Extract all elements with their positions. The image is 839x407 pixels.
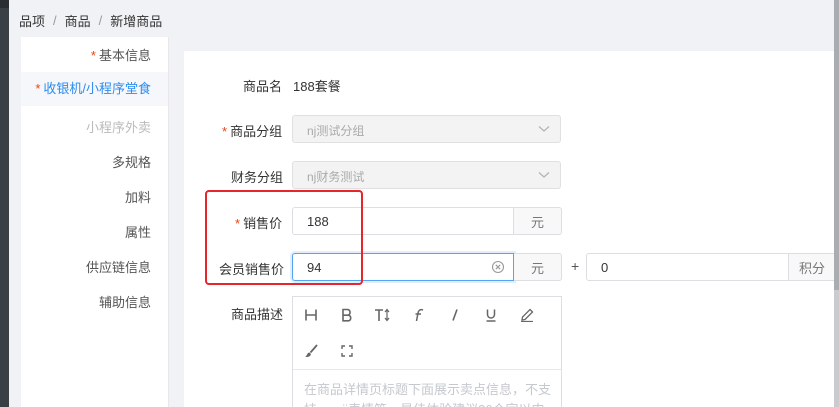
plus-sign: + <box>571 258 580 274</box>
heading-icon[interactable] <box>293 303 329 327</box>
member-price-unit-addon: 元 <box>514 253 562 281</box>
product-name-value: 188套餐 <box>293 79 341 94</box>
category-select-value: nj测试分组 <box>307 124 365 138</box>
strikethrough-pen-icon[interactable] <box>509 303 545 327</box>
product-name-label: 商品名 <box>243 79 283 94</box>
nav-item-label: 辅助信息 <box>98 295 151 310</box>
nav-item-label: 加料 <box>124 190 151 205</box>
bold-icon[interactable] <box>329 303 365 327</box>
editor-toolbar <box>293 303 545 327</box>
required-mark: * <box>222 124 228 139</box>
required-mark: * <box>90 48 96 63</box>
font-size-icon[interactable] <box>365 303 401 327</box>
points-input-value: 0 <box>601 260 609 275</box>
scrollbar-thumb[interactable] <box>834 0 839 290</box>
breadcrumb-item-3: 新增商品 <box>110 13 163 29</box>
nav-item-supply-chain[interactable]: 供应链信息 <box>86 257 151 276</box>
breadcrumb-separator: / <box>53 12 57 28</box>
editor-toolbar-row-2 <box>293 339 365 363</box>
category-label: * 商品分组 <box>222 121 282 140</box>
finance-group-label: 财务分组 <box>231 170 284 185</box>
page-scrollbar[interactable] <box>834 0 839 407</box>
nav-item-label: 小程序外卖 <box>85 120 151 135</box>
chevron-down-icon <box>538 126 550 132</box>
clear-icon[interactable] <box>491 260 505 274</box>
font-family-icon[interactable] <box>401 303 437 327</box>
finance-group-select-value: nj财务测试 <box>307 170 365 184</box>
breadcrumb-item-2[interactable]: 商品 <box>65 11 91 30</box>
breadcrumb-separator: / <box>98 12 103 28</box>
brush-icon[interactable] <box>293 339 329 363</box>
category-select[interactable]: nj测试分组 <box>292 115 561 143</box>
underline-icon[interactable] <box>473 303 509 327</box>
nav-item-pos-dine-in[interactable]: * 收银机/小程序堂食 <box>21 72 168 106</box>
description-editor[interactable]: 在商品详情页标题下面展示卖点信息，不支持emoji表情符，最佳体验建议36个字以… <box>292 296 562 407</box>
nav-item-label: 供应链信息 <box>85 260 151 275</box>
category-label-text: 商品分组 <box>230 124 283 139</box>
nav-item-label: 收银机/小程序堂食 <box>43 81 151 96</box>
form-section-nav: * 基本信息 * 收银机/小程序堂食 小程序外卖 多规格 加料 属性 供应链信息 辅… <box>21 37 169 407</box>
italic-icon[interactable] <box>437 303 473 327</box>
chevron-down-icon <box>538 172 550 178</box>
nav-item-aux-info[interactable]: 辅助信息 <box>99 292 151 311</box>
annotation-highlight-box <box>205 190 363 285</box>
description-placeholder[interactable]: 在商品详情页标题下面展示卖点信息，不支持emoji表情符，最佳体验建议36个字以… <box>304 380 554 407</box>
nav-item-attributes[interactable]: 属性 <box>125 222 151 241</box>
nav-item-takeout[interactable]: 小程序外卖 <box>86 117 151 136</box>
breadcrumb: 品项 / 商品 / 新增商品 <box>19 10 162 30</box>
nav-item-label: 多规格 <box>111 155 151 170</box>
nav-item-label: 基本信息 <box>98 48 151 63</box>
points-unit-addon: 积分 <box>789 253 834 281</box>
nav-item-multi-spec[interactable]: 多规格 <box>112 152 151 171</box>
description-label: 商品描述 <box>231 307 284 322</box>
app-side-strip-top <box>0 0 9 8</box>
finance-group-select[interactable]: nj财务测试 <box>292 161 561 189</box>
breadcrumb-item-1[interactable]: 品项 <box>19 11 45 30</box>
nav-item-label: 属性 <box>124 225 151 240</box>
nav-item-addon[interactable]: 加料 <box>125 187 151 206</box>
fullscreen-icon[interactable] <box>329 339 365 363</box>
nav-item-basic-info[interactable]: * 基本信息 <box>91 45 151 64</box>
price-unit-addon: 元 <box>514 207 562 235</box>
required-mark: * <box>35 81 41 96</box>
editor-divider <box>293 369 561 370</box>
points-input[interactable]: 0 <box>586 253 789 281</box>
app-side-strip <box>0 0 9 407</box>
